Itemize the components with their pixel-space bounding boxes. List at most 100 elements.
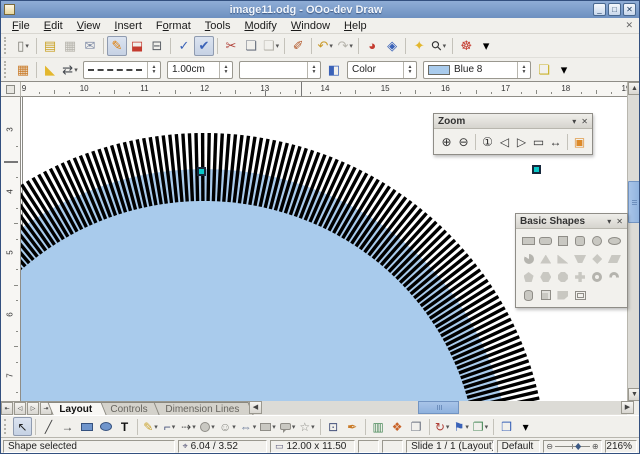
slide-indicator[interactable]: Slide 1 / 1 (Layout) — [406, 440, 494, 453]
pentagon-shape-button[interactable] — [521, 269, 536, 285]
arrow-button[interactable]: → — [58, 417, 77, 436]
new-document-button[interactable]: ▯▾ — [13, 36, 33, 56]
zoom-in-button[interactable]: ⊕ — [438, 132, 455, 151]
parallelogram-shape-button[interactable] — [607, 251, 622, 267]
square-shape-button[interactable] — [555, 233, 570, 249]
trapezoid-shape-button[interactable] — [573, 251, 588, 267]
close-button[interactable]: ✕ — [623, 3, 636, 16]
arrow-style-button[interactable]: ⇄▾ — [60, 60, 80, 80]
line-button[interactable]: ╱ — [39, 417, 58, 436]
display-grid-button[interactable]: ✦ — [409, 36, 429, 56]
toolbar-options[interactable]: ▾ — [554, 60, 574, 80]
ring-shape-button[interactable] — [590, 269, 605, 285]
lines-and-arrows-button[interactable]: ⇢▾ — [179, 417, 198, 436]
menu-tools[interactable]: Tools — [198, 19, 238, 33]
toolbar-grip[interactable] — [4, 37, 9, 53]
object-size-cell[interactable]: ▭ 12.00 x 11.50 — [270, 440, 355, 453]
chart-button[interactable]: ◕ — [362, 36, 382, 56]
horizontal-ruler[interactable]: 910111213141516171819 — [21, 82, 627, 97]
export-pdf-button[interactable]: ⬓ — [127, 36, 147, 56]
menu-view[interactable]: View — [70, 19, 108, 33]
callouts-button[interactable]: ▾ — [278, 417, 298, 436]
palette-close-icon[interactable]: ✕ — [581, 117, 588, 126]
line-width-input[interactable]: 1.00cm▲▼ — [167, 61, 233, 79]
object-zoom-button[interactable]: ▣ — [571, 132, 588, 151]
zoom-level[interactable]: 216% — [605, 440, 637, 453]
spinner-icon[interactable]: ▲▼ — [147, 62, 160, 78]
vertical-ruler[interactable]: 34567 — [1, 97, 21, 401]
scroll-right-icon[interactable]: ▶ — [621, 401, 634, 414]
line-color-select[interactable]: ▲▼ — [239, 61, 321, 79]
arrange-button[interactable]: ❐▾ — [471, 417, 490, 436]
zoom-out-icon[interactable]: ⊖ — [546, 442, 553, 451]
shadow-button[interactable]: ❏ — [534, 60, 554, 80]
menu-modify[interactable]: Modify — [237, 19, 283, 33]
text-button[interactable]: T — [115, 417, 134, 436]
horizontal-scrollbar-thumb[interactable] — [418, 401, 459, 414]
first-page-button[interactable]: ⇤ — [1, 402, 13, 415]
toolbar-grip[interactable] — [4, 419, 9, 434]
zoom-slider[interactable]: ⊖ ⊕ — [543, 440, 601, 453]
zoom-next-button[interactable]: ▷ — [513, 132, 530, 151]
gallery-button[interactable]: ❖ — [388, 417, 407, 436]
auto-spellcheck-button[interactable]: ✔ — [194, 36, 214, 56]
basic-shapes-palette-titlebar[interactable]: Basic Shapes ▾ ✕ — [516, 214, 627, 229]
menu-format[interactable]: Format — [149, 19, 198, 33]
zoom-out-button[interactable]: ⊖ — [455, 132, 472, 151]
ellipse-shape-button[interactable] — [607, 233, 622, 249]
palette-menu-icon[interactable]: ▾ — [607, 217, 611, 226]
tab-dimension-lines[interactable]: Dimension Lines — [153, 402, 253, 415]
triangle-shape-button[interactable] — [538, 251, 553, 267]
scroll-down-icon[interactable]: ▼ — [628, 388, 640, 401]
frame-shape-button[interactable] — [573, 287, 588, 303]
area-fill-type-select[interactable]: Color▲▼ — [347, 61, 417, 79]
menu-file[interactable]: File — [5, 19, 37, 33]
right-triangle-shape-button[interactable] — [555, 251, 570, 267]
scroll-left-icon[interactable]: ◀ — [249, 401, 262, 414]
vertical-scrollbar[interactable]: ▲ ▼ — [627, 82, 640, 401]
line-dialog-button[interactable]: ◣ — [40, 60, 60, 80]
edit-points-button[interactable]: ⊡ — [324, 417, 343, 436]
zoom-slider-track[interactable] — [555, 446, 590, 447]
menu-edit[interactable]: Edit — [37, 19, 70, 33]
next-page-button[interactable]: ▷ — [27, 402, 39, 415]
titlebar[interactable]: image11.odg - OOo-dev Draw _ □ ✕ — [1, 1, 639, 18]
zoom-button[interactable]: ⚲▾ — [429, 36, 449, 56]
tab-layout[interactable]: Layout — [47, 402, 106, 415]
cross-shape-button[interactable] — [573, 269, 588, 285]
rotate-button[interactable]: ↻▾ — [433, 417, 452, 436]
rectangle-shape-button[interactable] — [521, 233, 536, 249]
folded-corner-shape-button[interactable] — [555, 287, 570, 303]
cube-shape-button[interactable] — [538, 287, 553, 303]
diamond-shape-button[interactable] — [590, 251, 605, 267]
octagon-shape-button[interactable] — [555, 269, 570, 285]
spellcheck-button[interactable]: ✓ — [174, 36, 194, 56]
spinner-icon[interactable]: ▲▼ — [403, 62, 416, 78]
ellipse-button[interactable] — [96, 417, 115, 436]
zoom-100-button[interactable]: ① — [479, 132, 496, 151]
zoom-entire-page-button[interactable]: ▭ — [530, 132, 547, 151]
hexagon-shape-button[interactable] — [538, 269, 553, 285]
toolbar-options[interactable]: ▾ — [516, 417, 535, 436]
navigator-button[interactable]: ◈ — [382, 36, 402, 56]
basic-shapes-button[interactable]: ▾ — [198, 417, 217, 436]
connector-button[interactable]: ⌐▾ — [160, 417, 179, 436]
scroll-up-icon[interactable]: ▲ — [628, 82, 640, 95]
tab-controls[interactable]: Controls — [98, 402, 162, 415]
previous-page-button[interactable]: ◁ — [14, 402, 26, 415]
cylinder-shape-button[interactable] — [521, 287, 536, 303]
menu-help[interactable]: Help — [337, 19, 374, 33]
edit-file-button[interactable]: ✎ — [107, 36, 127, 56]
help-button[interactable]: ☸ — [456, 36, 476, 56]
fontwork-gallery-button[interactable]: ✒ — [343, 417, 362, 436]
toolbar-options[interactable]: ▾ — [476, 36, 496, 56]
zoom-page-width-button[interactable]: ↔ — [547, 132, 564, 151]
undo-button[interactable]: ↶▾ — [315, 36, 335, 56]
insert-picture-button[interactable]: ▥ — [369, 417, 388, 436]
rectangle-button[interactable] — [77, 417, 96, 436]
spinner-icon[interactable]: ▲▼ — [307, 62, 320, 78]
menu-insert[interactable]: Insert — [107, 19, 149, 33]
insert-ole-object-button[interactable]: ❐ — [407, 417, 426, 436]
palette-menu-icon[interactable]: ▾ — [572, 117, 576, 126]
circle-pie-shape-button[interactable] — [521, 251, 536, 267]
